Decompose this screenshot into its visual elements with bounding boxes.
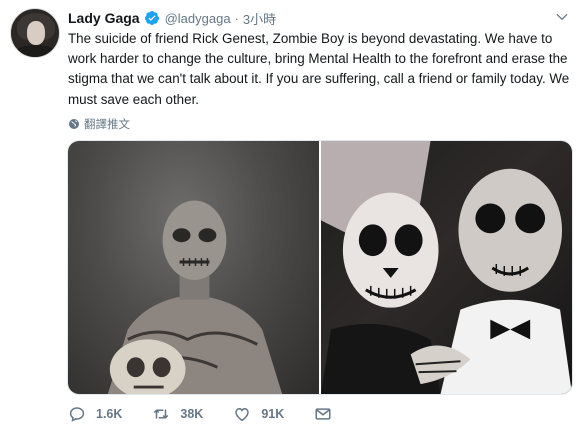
retweet-count: 38K xyxy=(180,407,204,421)
tweet-actions: 1.6K 38K 91K xyxy=(68,402,332,426)
direct-message-icon xyxy=(315,408,331,420)
photo-skull-makeup-couple[interactable] xyxy=(321,141,572,394)
tweet-timestamp[interactable]: 3小時 xyxy=(243,9,276,28)
reply-count: 1.6K xyxy=(96,407,123,421)
verified-badge-icon xyxy=(144,11,159,25)
tweet-text: The suicide of friend Rick Genest, Zombi… xyxy=(68,31,570,107)
translate-label: 翻譯推文 xyxy=(84,119,130,131)
separator-dot: · xyxy=(234,10,239,26)
translate-tweet-link[interactable]: 翻譯推文 xyxy=(68,115,130,133)
direct-message-button[interactable] xyxy=(314,405,332,423)
tweet-header: Lady Gaga @ladygaga · 3小時 xyxy=(68,9,276,27)
reply-button[interactable]: 1.6K xyxy=(68,405,122,423)
globe-icon xyxy=(69,119,79,129)
retweet-button[interactable]: 38K xyxy=(152,405,203,423)
display-name[interactable]: Lady Gaga xyxy=(68,10,140,26)
chevron-down-icon[interactable] xyxy=(555,10,569,24)
retweet-icon xyxy=(154,409,169,419)
like-count: 91K xyxy=(261,407,285,421)
photo-zombie-boy-with-skull[interactable] xyxy=(68,141,319,394)
user-handle[interactable]: @ladygaga xyxy=(165,11,231,26)
like-icon xyxy=(235,407,250,422)
avatar[interactable] xyxy=(10,8,60,58)
like-button[interactable]: 91K xyxy=(233,405,284,423)
reply-icon xyxy=(69,407,85,422)
media-grid xyxy=(67,140,573,395)
